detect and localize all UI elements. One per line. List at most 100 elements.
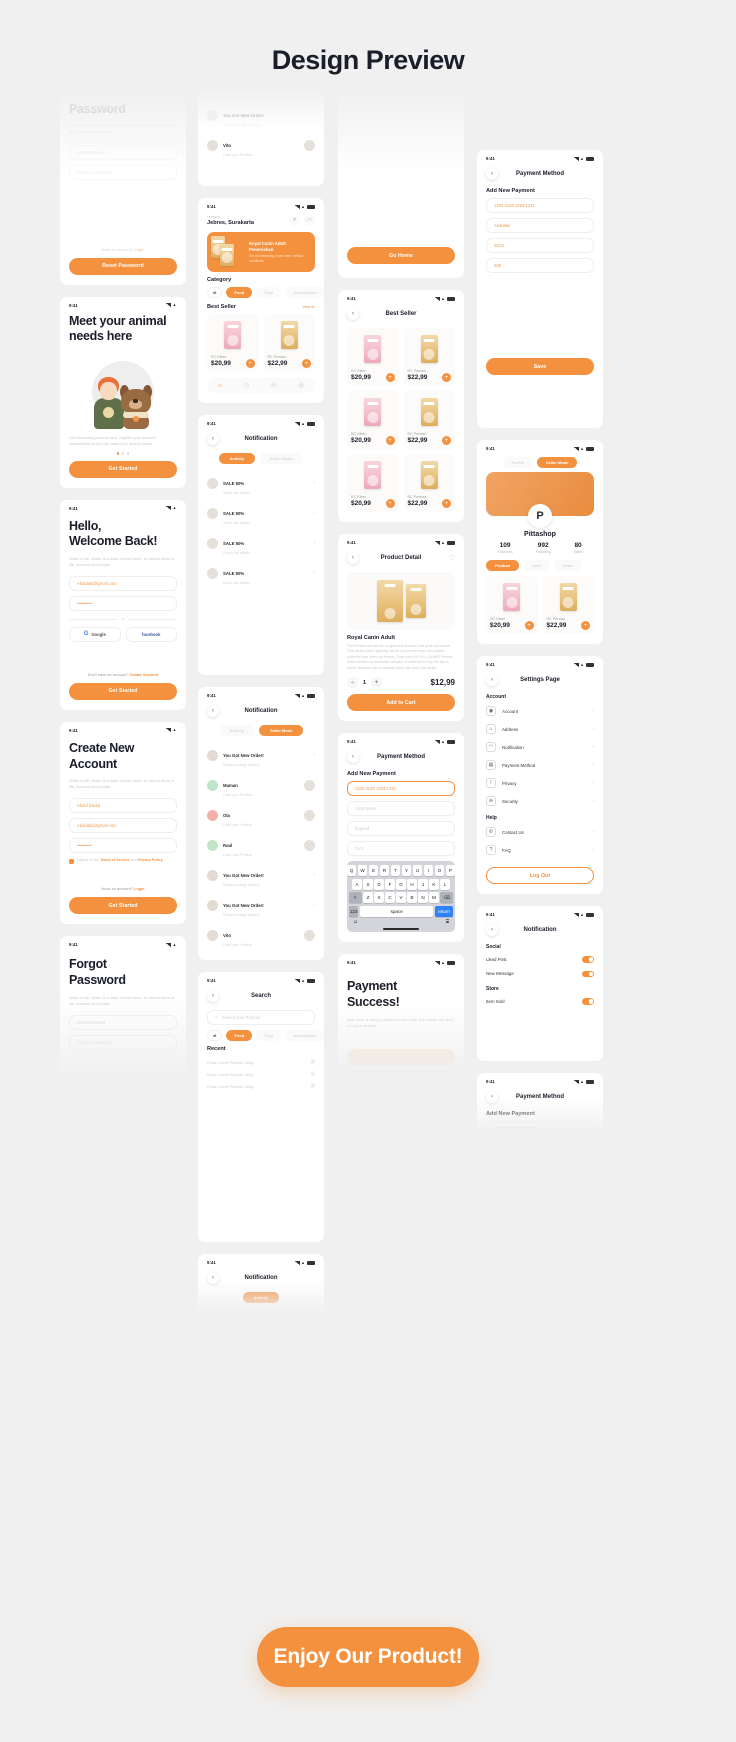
key-c[interactable]: C (385, 892, 395, 904)
key-w[interactable]: W (357, 865, 368, 877)
settings-item-account[interactable]: ◉ Account › (486, 702, 594, 720)
filter-icon[interactable]: ⇄ (207, 287, 223, 298)
dot-2[interactable] (121, 452, 125, 455)
product-card[interactable]: RC Kitten $20,99 + (347, 454, 399, 512)
tab-bag-icon[interactable]: ⛁ (271, 382, 276, 389)
list-item[interactable]: Vito Liked your Product (207, 130, 315, 160)
key-x[interactable]: X (374, 892, 384, 904)
toggle-switch[interactable] (582, 970, 594, 977)
filter-icon[interactable]: ⇄ (207, 1030, 223, 1041)
key-h[interactable]: H (407, 878, 417, 890)
dot-1[interactable] (116, 452, 120, 455)
settings-item-security[interactable]: ⊖ Security › (486, 792, 594, 810)
tab-sold[interactable]: Sold (523, 560, 550, 571)
remove-icon[interactable]: ⊞ (311, 1059, 315, 1065)
key-b[interactable]: B (407, 892, 417, 904)
logout-button[interactable]: Log Out (486, 867, 594, 884)
card-expiry-input[interactable]: 28/12 (486, 238, 594, 253)
notification-toggle-item-sold[interactable]: Item Sold (486, 994, 594, 1009)
new-password-input[interactable]: New Password (69, 1014, 177, 1030)
toggle-switch[interactable] (582, 956, 594, 963)
key-q[interactable]: Q (346, 865, 357, 877)
shift-icon[interactable]: ⇧ (348, 892, 362, 904)
backspace-icon[interactable]: ⌫ (440, 892, 454, 904)
key-s[interactable]: S (363, 878, 373, 890)
remove-icon[interactable]: ⊞ (311, 1071, 315, 1077)
add-to-cart-icon[interactable]: + (245, 359, 255, 368)
terms-checkbox[interactable] (69, 859, 74, 865)
bell-icon[interactable]: ◠ (304, 215, 315, 226)
card-cvv-input[interactable]: CVV (347, 841, 455, 857)
add-to-cart-icon[interactable]: + (385, 373, 395, 382)
settings-item-payment-method[interactable]: ▤ Payment Method › (486, 756, 594, 774)
settings-item-notification[interactable]: ◠ Notification › (486, 738, 594, 756)
list-item[interactable]: SALE 50% Check the details › (207, 468, 315, 498)
create-account-link[interactable]: Create Account (130, 672, 159, 677)
list-item[interactable]: Vito Liked your Product (207, 920, 315, 950)
numbers-key[interactable]: 123 (349, 905, 359, 917)
search-input[interactable]: ⌕ Search your Product (207, 1010, 315, 1025)
product-card[interactable]: RC Persian $22,99 + (403, 391, 455, 449)
reset-password-button[interactable]: Reset Password (69, 257, 177, 275)
card-expiry-input[interactable]: Expired (347, 821, 455, 837)
get-started-button[interactable]: Get Started (69, 460, 177, 478)
card-name-input[interactable]: Card Name (347, 801, 455, 817)
list-item[interactable]: Ola Liked your Product (207, 800, 315, 830)
tab-activity[interactable]: Activity (218, 725, 255, 736)
save-button[interactable]: Save (486, 358, 594, 375)
return-key[interactable]: return (435, 905, 453, 917)
carousel-dots[interactable] (69, 452, 177, 455)
tab-seller-mode[interactable]: Seller Mode (259, 453, 304, 464)
list-item[interactable]: You Got New Order! Please arrange deliver… (207, 100, 315, 130)
product-card[interactable]: RC Kitten $20,99 + (347, 391, 399, 449)
quantity-stepper[interactable]: − 1 + (347, 677, 383, 689)
add-to-cart-icon[interactable]: + (524, 621, 534, 630)
settings-item-contact-us[interactable]: ✆ Contact Us › (486, 823, 594, 841)
location-value[interactable]: Jebres, Surakarta (207, 220, 254, 226)
product-card[interactable]: RC Persian $22,99 + (403, 328, 455, 386)
tab-activity[interactable]: Activity (218, 453, 255, 464)
card-number-input[interactable]: 1233 4128 1293 1231 (486, 1121, 594, 1133)
confirm-password-input[interactable]: Confirm Password (69, 164, 177, 180)
key-g[interactable]: G (396, 878, 406, 890)
key-z[interactable]: Z (363, 892, 373, 904)
product-card[interactable]: RC Kitten $20,99 + (347, 328, 399, 386)
card-cvv-input[interactable]: 308 (486, 258, 594, 273)
category-chip-accessories[interactable]: Accessories (285, 1030, 324, 1041)
key-e[interactable]: E (368, 865, 379, 877)
register-submit-button[interactable]: Get Started (69, 897, 177, 915)
login-submit-button[interactable]: Get Started (69, 682, 177, 700)
category-chip-food[interactable]: Food (226, 287, 253, 298)
list-item[interactable]: SALE 50% Check the details › (207, 528, 315, 558)
add-to-cart-icon[interactable]: + (581, 621, 590, 630)
facebook-login-button[interactable]: facebook (125, 626, 177, 642)
promo-banner[interactable]: Royal Canin Adult Pemeriahan Get an inte… (207, 232, 315, 272)
product-card[interactable]: RC Persian $22,99 + (542, 576, 594, 634)
list-item[interactable]: Raul Liked your Product (207, 830, 315, 860)
card-number-input[interactable]: 1233 4128 1293 1231 (486, 198, 594, 213)
product-card[interactable]: RC Kitten $20,99 + (207, 314, 259, 372)
settings-item-faq[interactable]: ? FAQ › (486, 841, 594, 859)
key-v[interactable]: V (396, 892, 406, 904)
add-to-cart-icon[interactable]: + (385, 436, 395, 445)
mic-icon[interactable]: ⌸ (446, 919, 449, 925)
tab-home-icon[interactable]: ⌂ (218, 383, 222, 389)
emoji-icon[interactable]: ☺ (353, 919, 358, 925)
go-home-button[interactable]: Go Home (347, 247, 455, 264)
view-all-link[interactable]: View All (302, 305, 315, 309)
key-j[interactable]: J (418, 878, 428, 890)
key-t[interactable]: T (390, 865, 401, 877)
product-card[interactable]: RC Persian $22,99 + (403, 454, 455, 512)
product-card[interactable]: RC Persian $22,99 + (263, 314, 315, 372)
list-item[interactable]: SALE 50% Check the details › (207, 498, 315, 528)
remove-icon[interactable]: ⊞ (311, 1083, 315, 1089)
tab-product[interactable]: Product (486, 560, 520, 571)
recent-item[interactable]: Royal Canin Persian 500g ⊞ (207, 1056, 315, 1068)
key-m[interactable]: M (429, 892, 439, 904)
privacy-policy-link[interactable]: Privacy Policy (138, 858, 163, 862)
key-i[interactable]: I (423, 865, 434, 877)
key-o[interactable]: O (434, 865, 445, 877)
key-f[interactable]: F (385, 878, 395, 890)
decrease-quantity-button[interactable]: − (347, 677, 358, 689)
settings-item-address[interactable]: ⌂ Address › (486, 720, 594, 738)
